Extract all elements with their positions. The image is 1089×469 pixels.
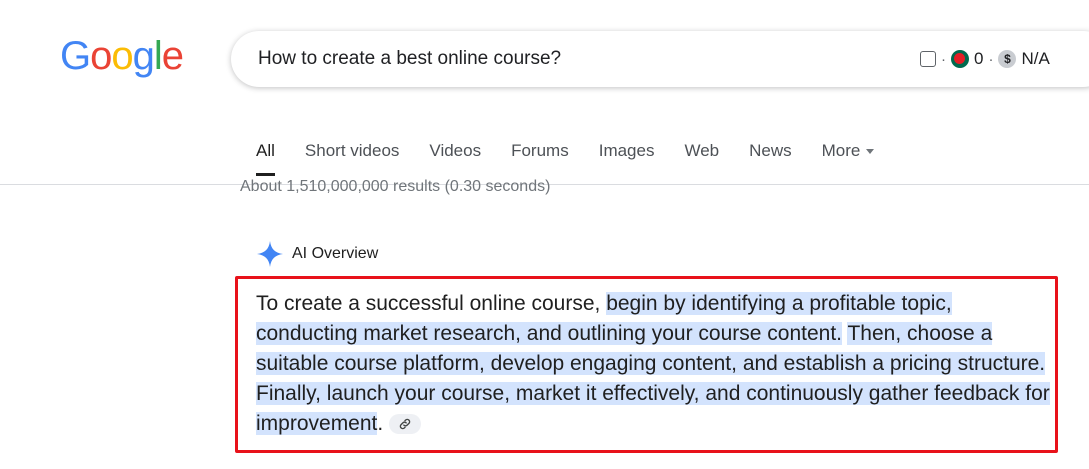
- flag-icon: [951, 50, 969, 68]
- overview-lead: To create a successful online course,: [256, 292, 607, 315]
- extension-price: N/A: [1021, 49, 1050, 68]
- tab-more[interactable]: More: [822, 141, 875, 161]
- caret-down-icon: [866, 149, 875, 155]
- ai-overview-text: To create a successful online course, be…: [256, 289, 1051, 439]
- tab-all[interactable]: All: [256, 141, 275, 176]
- logo-letter: G: [60, 34, 91, 78]
- extension-checkbox[interactable]: [920, 51, 936, 67]
- dollar-icon: $: [998, 50, 1017, 68]
- ai-overview-header: AI Overview: [256, 240, 378, 268]
- logo-letter: o: [90, 34, 112, 78]
- search-tabs: All Short videos Videos Forums Images We…: [256, 141, 904, 176]
- extension-widget: · 0 · $ N/A: [920, 47, 1050, 71]
- logo-letter: o: [111, 34, 133, 78]
- search-input[interactable]: How to create a best online course?: [258, 48, 561, 70]
- overview-end: .: [377, 412, 384, 435]
- highlight-3[interactable]: Finally, launch your course, market it e…: [256, 382, 1050, 435]
- separator: ·: [988, 50, 994, 68]
- link-icon: [400, 419, 411, 430]
- tab-forums[interactable]: Forums: [511, 141, 569, 161]
- tab-short-videos[interactable]: Short videos: [305, 141, 400, 161]
- logo-letter: e: [161, 34, 184, 78]
- tab-images[interactable]: Images: [599, 141, 655, 161]
- logo-letter: l: [153, 34, 163, 78]
- tab-more-label: More: [821, 141, 861, 160]
- result-stats: About 1,510,000,000 results (0.30 second…: [240, 178, 551, 195]
- sparkle-icon: [257, 241, 283, 267]
- extension-count: 0: [974, 49, 984, 68]
- logo-letter: g: [132, 34, 155, 78]
- ai-overview-title: AI Overview: [292, 245, 379, 262]
- search-box[interactable]: How to create a best online course? · 0 …: [231, 31, 1089, 87]
- currency-symbol: $: [1004, 52, 1011, 66]
- tab-web[interactable]: Web: [684, 141, 719, 161]
- tab-news[interactable]: News: [749, 141, 792, 161]
- google-logo[interactable]: Google: [60, 34, 184, 78]
- tab-videos[interactable]: Videos: [429, 141, 481, 161]
- source-link-button[interactable]: [389, 414, 422, 435]
- separator: ·: [941, 50, 946, 68]
